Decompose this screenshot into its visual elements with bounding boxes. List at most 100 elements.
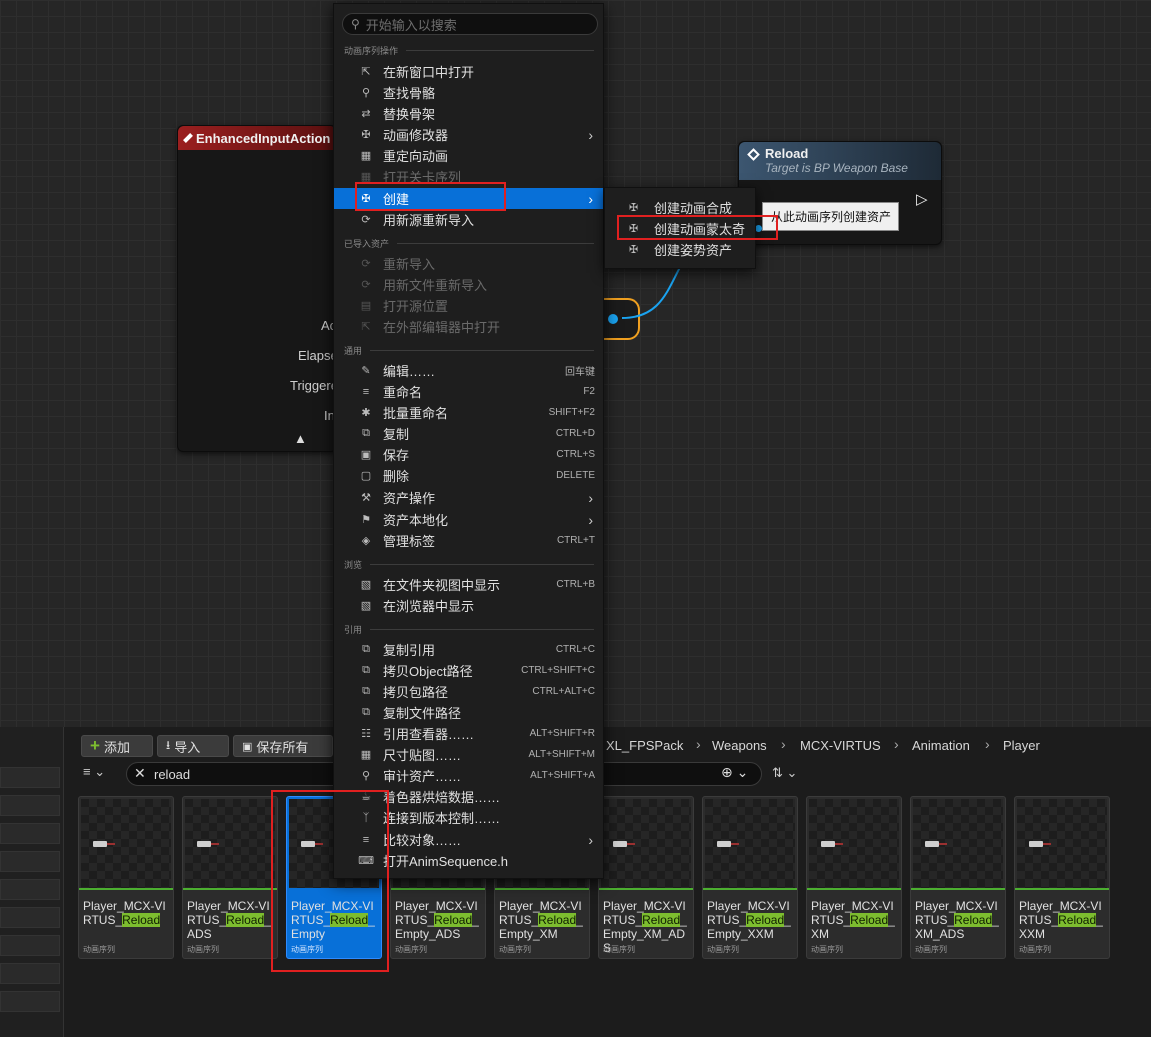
- batch-rename-icon: ✱: [361, 407, 371, 419]
- anim-composite-icon: ✠: [629, 202, 639, 214]
- asset-type-bar: [807, 888, 901, 890]
- add-filter-icon[interactable]: ⊕ ⌄: [721, 764, 748, 781]
- asset-type: 动画序列: [499, 945, 531, 954]
- clear-icon[interactable]: ✕: [134, 765, 146, 782]
- breadcrumb-item[interactable]: MCX-VIRTUS: [800, 738, 881, 753]
- chevron-right-icon: ›: [588, 190, 593, 207]
- asset-name: Player_MCX-VIRTUS_Reload_Empty_ADS: [395, 899, 479, 941]
- submenu-item-create-pose-asset[interactable]: ✠ 创建姿势资产: [605, 239, 755, 260]
- menu-item-delete[interactable]: ▢ 删除 DELETE: [334, 465, 603, 486]
- menu-item-duplicate[interactable]: ⧉ 复制 CTRL+D: [334, 423, 603, 444]
- breadcrumb-item[interactable]: Weapons: [712, 738, 767, 753]
- add-button[interactable]: + 添加: [81, 735, 153, 757]
- collection-item[interactable]: [0, 907, 60, 928]
- exec-out-pin-icon[interactable]: ▷: [916, 190, 928, 208]
- pin-label: Triggere: [290, 378, 338, 393]
- breadcrumb-item[interactable]: Animation: [912, 738, 970, 753]
- sort-icon[interactable]: ⇅ ⌄: [772, 765, 797, 781]
- asset-tile[interactable]: Player_MCX-VIRTUS_Reload_Empty_XXM 动画序列: [702, 796, 798, 959]
- chevron-right-icon: ›: [985, 736, 990, 752]
- node-title: Reload: [765, 146, 809, 161]
- size-map-icon: ▦: [360, 749, 372, 761]
- collection-item[interactable]: [0, 935, 60, 956]
- collection-item[interactable]: [0, 795, 60, 816]
- menu-item-edit[interactable]: ✎ 编辑…… 回车键: [334, 360, 603, 381]
- weapon-preview-icon: [925, 841, 947, 847]
- asset-type-bar: [703, 888, 797, 890]
- weapon-preview-icon: [93, 841, 115, 847]
- folder-view-icon: ▧: [360, 579, 372, 591]
- annotation-box-montage: [617, 215, 778, 240]
- menu-item-rename[interactable]: ≡ 重命名 F2: [334, 381, 603, 402]
- collection-item[interactable]: [0, 991, 60, 1012]
- replace-skeleton-icon: ⇄: [361, 108, 371, 120]
- menu-item-size-map[interactable]: ▦ 尺寸贴图…… ALT+SHIFT+M: [334, 744, 603, 765]
- menu-item-copy-reference[interactable]: ⧉ 复制引用 CTRL+C: [334, 639, 603, 660]
- menu-search-field[interactable]: ⚲ 开始输入以搜索: [342, 13, 598, 35]
- external-editor-icon: ⇱: [361, 321, 371, 333]
- node-header: EnhancedInputAction: [178, 126, 336, 150]
- open-window-icon: ⇱: [361, 66, 371, 78]
- pin-label: Elapse: [298, 348, 338, 363]
- import-button[interactable]: ⭳ 导入: [157, 735, 229, 757]
- menu-item-audit-assets[interactable]: ⚲ 审计资产…… ALT+SHIFT+A: [334, 765, 603, 786]
- weapon-preview-icon: [717, 841, 739, 847]
- asset-name: Player_MCX-VIRTUS_Reload_XM_ADS: [915, 899, 999, 941]
- node-title: EnhancedInputAction: [196, 130, 331, 146]
- menu-section-header: 通用: [344, 344, 594, 357]
- collection-item[interactable]: [0, 767, 60, 788]
- menu-item-manage-tags[interactable]: ◈ 管理标签 CTRL+T: [334, 530, 603, 551]
- weapon-preview-icon: [1029, 841, 1051, 847]
- breadcrumb-item[interactable]: XL_FPSPack: [606, 738, 683, 753]
- menu-item-find-skeleton[interactable]: ⚲ 查找骨骼: [334, 82, 603, 103]
- filter-dropdown[interactable]: ≡ ⌄: [83, 764, 119, 784]
- menu-item-show-in-explorer[interactable]: ▧ 在浏览器中显示: [334, 595, 603, 616]
- open-source-icon: ▤: [360, 300, 372, 312]
- anim-modifier-icon: ✠: [361, 129, 371, 141]
- menu-item-asset-actions[interactable]: ⚒ 资产操作 ›: [334, 487, 603, 508]
- plus-icon: +: [90, 736, 100, 755]
- menu-item-reimport-new-source[interactable]: ⟳ 用新源重新导入: [334, 209, 603, 230]
- asset-tile[interactable]: Player_MCX-VIRTUS_Reload_ADS 动画序列: [182, 796, 278, 959]
- asset-tile[interactable]: Player_MCX-VIRTUS_Reload_Empty_XM_ADS 动画…: [598, 796, 694, 959]
- annotation-box-asset: [271, 790, 389, 972]
- menu-item-copy-package-path[interactable]: ⧉ 拷贝包路径 CTRL+ALT+C: [334, 681, 603, 702]
- context-menu: ⚲ 开始输入以搜索 动画序列操作 ⇱ 在新窗口中打开 ⚲ 查找骨骼 ⇄ 替换骨架 ✠ 动…: [333, 3, 604, 879]
- menu-item-copy-file-path[interactable]: ⧉ 复制文件路径: [334, 702, 603, 723]
- asset-tile[interactable]: Player_MCX-VIRTUS_Reload_XM 动画序列: [806, 796, 902, 959]
- collection-item[interactable]: [0, 851, 60, 872]
- menu-item-copy-object-path[interactable]: ⧉ 拷贝Object路径 CTRL+SHIFT+C: [334, 660, 603, 681]
- import-label: 导入: [174, 739, 201, 755]
- chevron-right-icon: ›: [588, 831, 593, 848]
- asset-thumbnail: [809, 799, 899, 888]
- menu-item-replace-skeleton[interactable]: ⇄ 替换骨架: [334, 103, 603, 124]
- asset-tile[interactable]: Player_MCX-VIRTUS_Reload 动画序列: [78, 796, 174, 959]
- asset-tile[interactable]: Player_MCX-VIRTUS_Reload_XM_ADS 动画序列: [910, 796, 1006, 959]
- save-all-button[interactable]: ▣ 保存所有: [233, 735, 333, 757]
- output-pin-icon[interactable]: [608, 314, 618, 324]
- menu-item-batch-rename[interactable]: ✱ 批量重命名 SHIFT+F2: [334, 402, 603, 423]
- collection-item[interactable]: [0, 823, 60, 844]
- menu-item-save[interactable]: ▣ 保存 CTRL+S: [334, 444, 603, 465]
- asset-thumbnail: [601, 799, 691, 888]
- menu-item-open-new-window[interactable]: ⇱ 在新窗口中打开: [334, 61, 603, 82]
- collection-item[interactable]: [0, 879, 60, 900]
- menu-item-retarget[interactable]: ▦ 重定向动画: [334, 145, 603, 166]
- breadcrumb-item[interactable]: Player: [1003, 738, 1040, 753]
- reimport-file-icon: ⟳: [361, 279, 371, 291]
- asset-tile[interactable]: Player_MCX-VIRTUS_Reload_XXM 动画序列: [1014, 796, 1110, 959]
- menu-item-anim-modifiers[interactable]: ✠ 动画修改器 ›: [334, 124, 603, 145]
- annotation-box-create: [355, 182, 506, 211]
- menu-item-asset-localization[interactable]: ⚑ 资产本地化 ›: [334, 509, 603, 530]
- enhanced-input-action-node[interactable]: EnhancedInputAction Ac Elapse Triggere I…: [177, 125, 338, 452]
- menu-item-show-in-folder-view[interactable]: ▧ 在文件夹视图中显示 CTRL+B: [334, 574, 603, 595]
- asset-type: 动画序列: [1019, 945, 1051, 954]
- copy-file-path-icon: ⧉: [362, 706, 370, 718]
- save-icon: ▣: [360, 449, 372, 461]
- retarget-icon: ▦: [360, 150, 372, 162]
- asset-actions-icon: ⚒: [361, 492, 371, 504]
- menu-item-reference-viewer[interactable]: ☷ 引用查看器…… ALT+SHIFT+R: [334, 723, 603, 744]
- reimport-icon: ⟳: [361, 258, 371, 270]
- collection-item[interactable]: [0, 963, 60, 984]
- collapse-arrow-icon[interactable]: ▲: [294, 431, 307, 446]
